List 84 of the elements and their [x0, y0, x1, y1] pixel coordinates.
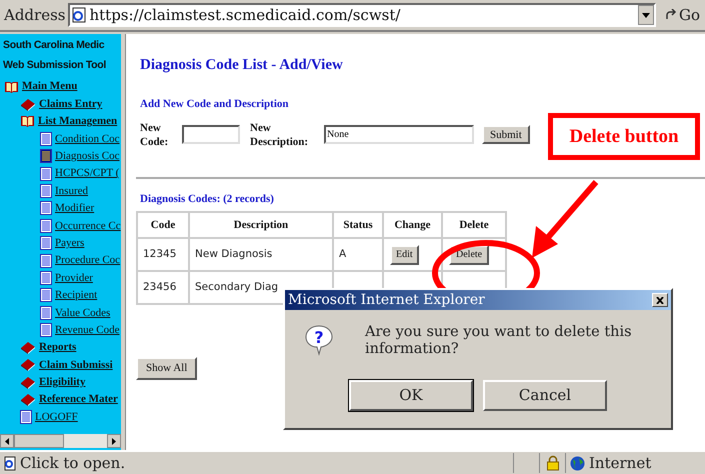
page-icon	[72, 7, 86, 23]
dropdown-button[interactable]	[638, 5, 654, 25]
go-button[interactable]: Go	[659, 4, 701, 26]
page-icon	[40, 288, 52, 302]
column-header: Delete	[442, 212, 506, 238]
address-label: Address	[4, 4, 66, 26]
page-icon	[40, 306, 52, 320]
nav-link[interactable]: Diagnosis Coc	[55, 148, 120, 164]
field-label: New Description:	[250, 120, 310, 148]
nav-link[interactable]: Claims Entry	[39, 96, 102, 112]
open-book-icon	[4, 80, 19, 94]
dialog-button[interactable]: OK	[349, 380, 473, 411]
sidebar-title: Web Submission Tool	[2, 58, 107, 73]
highlighted-page-icon	[40, 149, 52, 164]
lock-icon	[546, 455, 560, 471]
column-header: Change	[383, 212, 442, 238]
horizontal-scrollbar[interactable]	[0, 434, 121, 448]
left-arrow-icon	[5, 438, 9, 444]
nav-link[interactable]: Main Menu	[22, 78, 78, 95]
nav-link[interactable]: Recipient	[55, 287, 98, 304]
right-arrow-icon	[112, 438, 116, 444]
page-icon	[40, 236, 52, 250]
nav-link[interactable]: Value Codes	[55, 304, 110, 322]
submit-button[interactable]: Submit	[482, 125, 530, 144]
nav-link[interactable]: LOGOFF	[35, 408, 78, 426]
nav-link[interactable]: Occurrence Cc	[55, 218, 121, 234]
nav-link[interactable]: Reports	[39, 339, 76, 356]
globe-icon	[570, 456, 585, 470]
page-icon	[20, 410, 32, 424]
open-book-icon	[20, 114, 35, 128]
nav-link[interactable]: Revenue Code	[55, 322, 120, 338]
section-heading: Add New Code and Description	[139, 97, 290, 112]
book-icon	[20, 393, 36, 406]
sidebar-title: South Carolina Medic	[2, 38, 106, 53]
code-field[interactable]	[182, 125, 240, 144]
book-icon	[20, 376, 36, 389]
nav-link[interactable]: Condition Coc	[55, 130, 120, 148]
column-header: Code	[137, 212, 189, 238]
nav-link[interactable]: Procedure Coc	[55, 252, 120, 269]
page-icon	[40, 323, 52, 338]
address-field[interactable]: https://claimstest.scmedicaid.com/scwst/	[68, 3, 656, 27]
edit-button[interactable]: Edit	[390, 244, 419, 264]
nav-link[interactable]: List Managemen	[38, 113, 118, 130]
page-icon	[40, 201, 52, 216]
status-text: A	[339, 248, 346, 260]
nav-link[interactable]: Eligibility	[39, 374, 86, 391]
table-cell: New Diagnosis	[189, 238, 333, 271]
url-text: https://claimstest.scmedicaid.com/scwst/	[89, 4, 400, 26]
close-icon	[656, 296, 664, 304]
book-icon	[20, 358, 36, 372]
nav-link[interactable]: Claim Submissi	[39, 356, 113, 374]
show-all-button[interactable]: Show All	[136, 357, 198, 380]
book-icon	[20, 98, 36, 111]
book-icon	[20, 341, 36, 354]
nav-link[interactable]: Payers	[55, 234, 84, 252]
page-icon	[40, 166, 52, 181]
page-icon	[40, 270, 52, 285]
zone-text: Internet	[589, 452, 652, 474]
dialog-button[interactable]: Cancel	[483, 380, 607, 411]
nav-link[interactable]: Provider	[55, 270, 93, 286]
annotation-label: Delete button	[569, 126, 679, 146]
page-icon	[4, 456, 16, 470]
column-header: Status	[333, 212, 383, 238]
arrow-icon	[665, 9, 677, 21]
field-label: New Code:	[140, 120, 170, 148]
status-text: Click to open.	[20, 452, 126, 474]
close-button[interactable]	[652, 293, 668, 307]
page-title: Diagnosis Code List - Add/View	[139, 56, 344, 75]
page-icon	[40, 184, 52, 198]
page-icon	[40, 132, 52, 146]
dialog-message: Are you sure you want to delete this information?	[365, 324, 633, 358]
table-cell: 12345	[137, 238, 189, 271]
nav-link[interactable]: Reference Mater	[39, 391, 118, 408]
nav-link[interactable]: HCPCS/CPT (	[55, 165, 120, 182]
table-cell: 23456	[137, 271, 189, 304]
nav-link[interactable]: Insured	[55, 182, 88, 200]
list-heading: Diagnosis Codes: (2 records)	[139, 192, 275, 206]
column-header: Description	[189, 212, 333, 238]
question-icon: ?	[303, 324, 335, 356]
nav-link[interactable]: Modifier	[55, 200, 94, 217]
page-icon	[40, 254, 52, 268]
caret-icon	[642, 12, 650, 18]
description-field[interactable]: None	[324, 125, 474, 144]
page-icon	[40, 218, 52, 233]
